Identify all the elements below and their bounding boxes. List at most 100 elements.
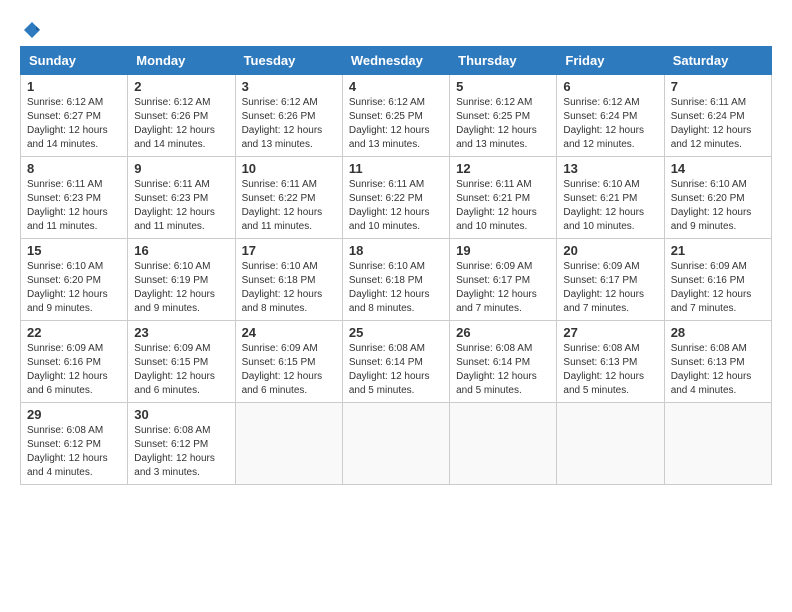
calendar-cell: 7 Sunrise: 6:11 AMSunset: 6:24 PMDaylight… [664, 75, 771, 157]
calendar-cell: 13 Sunrise: 6:10 AMSunset: 6:21 PMDayligh… [557, 157, 664, 239]
day-info: Sunrise: 6:12 AMSunset: 6:27 PMDaylight:… [27, 96, 121, 152]
column-header-saturday: Saturday [664, 47, 771, 75]
day-info: Sunrise: 6:08 AMSunset: 6:12 PMDaylight:… [134, 424, 228, 480]
page-header [20, 20, 772, 36]
calendar-cell: 19 Sunrise: 6:09 AMSunset: 6:17 PMDayligh… [450, 239, 557, 321]
column-header-sunday: Sunday [21, 47, 128, 75]
day-info: Sunrise: 6:11 AMSunset: 6:24 PMDaylight:… [671, 96, 765, 152]
calendar-cell: 25 Sunrise: 6:08 AMSunset: 6:14 PMDayligh… [342, 321, 449, 403]
calendar-cell [557, 403, 664, 485]
day-number: 10 [242, 161, 336, 176]
calendar-week-row: 8 Sunrise: 6:11 AMSunset: 6:23 PMDaylight… [21, 157, 772, 239]
day-number: 29 [27, 407, 121, 422]
day-info: Sunrise: 6:12 AMSunset: 6:26 PMDaylight:… [134, 96, 228, 152]
calendar-cell [664, 403, 771, 485]
day-info: Sunrise: 6:12 AMSunset: 6:25 PMDaylight:… [349, 96, 443, 152]
calendar-cell: 1 Sunrise: 6:12 AMSunset: 6:27 PMDaylight… [21, 75, 128, 157]
logo [20, 20, 42, 36]
calendar-cell: 22 Sunrise: 6:09 AMSunset: 6:16 PMDayligh… [21, 321, 128, 403]
day-number: 30 [134, 407, 228, 422]
column-header-friday: Friday [557, 47, 664, 75]
day-number: 28 [671, 325, 765, 340]
day-number: 21 [671, 243, 765, 258]
day-number: 2 [134, 79, 228, 94]
day-number: 4 [349, 79, 443, 94]
day-info: Sunrise: 6:10 AMSunset: 6:21 PMDaylight:… [563, 178, 657, 234]
calendar-cell: 29 Sunrise: 6:08 AMSunset: 6:12 PMDayligh… [21, 403, 128, 485]
day-number: 5 [456, 79, 550, 94]
day-info: Sunrise: 6:09 AMSunset: 6:17 PMDaylight:… [456, 260, 550, 316]
day-number: 8 [27, 161, 121, 176]
calendar-cell: 27 Sunrise: 6:08 AMSunset: 6:13 PMDayligh… [557, 321, 664, 403]
day-info: Sunrise: 6:10 AMSunset: 6:20 PMDaylight:… [671, 178, 765, 234]
day-number: 6 [563, 79, 657, 94]
day-info: Sunrise: 6:11 AMSunset: 6:23 PMDaylight:… [27, 178, 121, 234]
calendar-week-row: 15Sunrise: 6:10 AMSunset: 6:20 PMDayligh… [21, 239, 772, 321]
day-info: Sunrise: 6:12 AMSunset: 6:26 PMDaylight:… [242, 96, 336, 152]
day-number: 23 [134, 325, 228, 340]
calendar-week-row: 29 Sunrise: 6:08 AMSunset: 6:12 PMDayligh… [21, 403, 772, 485]
day-info: Sunrise: 6:10 AMSunset: 6:18 PMDaylight:… [349, 260, 443, 316]
calendar-week-row: 1 Sunrise: 6:12 AMSunset: 6:27 PMDaylight… [21, 75, 772, 157]
calendar-cell: 21Sunrise: 6:09 AMSunset: 6:16 PMDayligh… [664, 239, 771, 321]
column-header-monday: Monday [128, 47, 235, 75]
column-header-thursday: Thursday [450, 47, 557, 75]
calendar-cell [342, 403, 449, 485]
calendar-week-row: 22 Sunrise: 6:09 AMSunset: 6:16 PMDayligh… [21, 321, 772, 403]
day-number: 27 [563, 325, 657, 340]
calendar-cell: 10 Sunrise: 6:11 AMSunset: 6:22 PMDayligh… [235, 157, 342, 239]
column-header-wednesday: Wednesday [342, 47, 449, 75]
day-number: 19 [456, 243, 550, 258]
calendar-cell: 2 Sunrise: 6:12 AMSunset: 6:26 PMDaylight… [128, 75, 235, 157]
day-info: Sunrise: 6:11 AMSunset: 6:22 PMDaylight:… [349, 178, 443, 234]
day-info: Sunrise: 6:08 AMSunset: 6:12 PMDaylight:… [27, 424, 121, 480]
calendar-header-row: SundayMondayTuesdayWednesdayThursdayFrid… [21, 47, 772, 75]
day-number: 25 [349, 325, 443, 340]
day-info: Sunrise: 6:11 AMSunset: 6:21 PMDaylight:… [456, 178, 550, 234]
calendar-cell: 26 Sunrise: 6:08 AMSunset: 6:14 PMDayligh… [450, 321, 557, 403]
calendar-cell: 8 Sunrise: 6:11 AMSunset: 6:23 PMDaylight… [21, 157, 128, 239]
calendar-cell [450, 403, 557, 485]
day-number: 12 [456, 161, 550, 176]
day-info: Sunrise: 6:08 AMSunset: 6:13 PMDaylight:… [563, 342, 657, 398]
calendar-cell: 16 Sunrise: 6:10 AMSunset: 6:19 PMDayligh… [128, 239, 235, 321]
day-number: 14 [671, 161, 765, 176]
day-info: Sunrise: 6:09 AMSunset: 6:15 PMDaylight:… [134, 342, 228, 398]
day-info: Sunrise: 6:10 AMSunset: 6:18 PMDaylight:… [242, 260, 336, 316]
day-info: Sunrise: 6:11 AMSunset: 6:23 PMDaylight:… [134, 178, 228, 234]
calendar-cell: 6Sunrise: 6:12 AMSunset: 6:24 PMDaylight… [557, 75, 664, 157]
day-info: Sunrise: 6:08 AMSunset: 6:14 PMDaylight:… [349, 342, 443, 398]
calendar-cell: 3 Sunrise: 6:12 AMSunset: 6:26 PMDaylight… [235, 75, 342, 157]
day-number: 22 [27, 325, 121, 340]
day-number: 18 [349, 243, 443, 258]
calendar-cell: 14 Sunrise: 6:10 AMSunset: 6:20 PMDayligh… [664, 157, 771, 239]
day-number: 11 [349, 161, 443, 176]
calendar-cell: 28 Sunrise: 6:08 AMSunset: 6:13 PMDayligh… [664, 321, 771, 403]
calendar-cell: 17 Sunrise: 6:10 AMSunset: 6:18 PMDayligh… [235, 239, 342, 321]
day-number: 3 [242, 79, 336, 94]
day-number: 16 [134, 243, 228, 258]
day-info: Sunrise: 6:11 AMSunset: 6:22 PMDaylight:… [242, 178, 336, 234]
calendar-cell: 18 Sunrise: 6:10 AMSunset: 6:18 PMDayligh… [342, 239, 449, 321]
day-number: 15 [27, 243, 121, 258]
day-info: Sunrise: 6:10 AMSunset: 6:19 PMDaylight:… [134, 260, 228, 316]
day-number: 17 [242, 243, 336, 258]
day-info: Sunrise: 6:12 AMSunset: 6:25 PMDaylight:… [456, 96, 550, 152]
logo-icon [22, 20, 42, 40]
calendar-cell [235, 403, 342, 485]
calendar-cell: 11 Sunrise: 6:11 AMSunset: 6:22 PMDayligh… [342, 157, 449, 239]
calendar-cell: 20Sunrise: 6:09 AMSunset: 6:17 PMDayligh… [557, 239, 664, 321]
day-info: Sunrise: 6:08 AMSunset: 6:14 PMDaylight:… [456, 342, 550, 398]
calendar-cell: 23 Sunrise: 6:09 AMSunset: 6:15 PMDayligh… [128, 321, 235, 403]
day-number: 13 [563, 161, 657, 176]
day-info: Sunrise: 6:09 AMSunset: 6:16 PMDaylight:… [27, 342, 121, 398]
day-number: 1 [27, 79, 121, 94]
day-info: Sunrise: 6:09 AMSunset: 6:15 PMDaylight:… [242, 342, 336, 398]
day-number: 26 [456, 325, 550, 340]
calendar-cell: 12 Sunrise: 6:11 AMSunset: 6:21 PMDayligh… [450, 157, 557, 239]
day-info: Sunrise: 6:08 AMSunset: 6:13 PMDaylight:… [671, 342, 765, 398]
day-number: 20 [563, 243, 657, 258]
day-number: 7 [671, 79, 765, 94]
calendar-cell: 24 Sunrise: 6:09 AMSunset: 6:15 PMDayligh… [235, 321, 342, 403]
day-number: 24 [242, 325, 336, 340]
